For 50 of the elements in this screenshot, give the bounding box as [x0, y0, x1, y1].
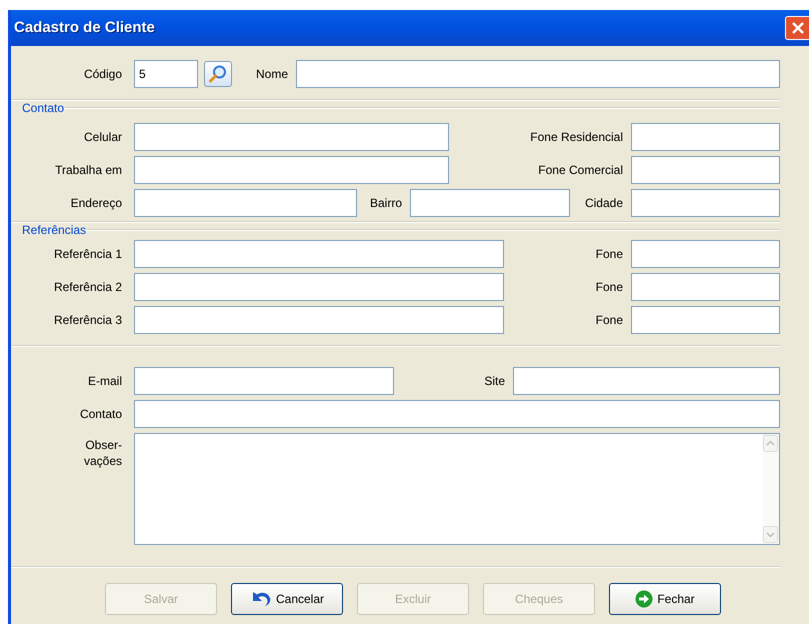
field-label: Celular [82, 129, 122, 146]
field-label: Referência 1 [52, 246, 122, 263]
group-title: Referências [22, 223, 86, 237]
scroll-up-icon[interactable] [763, 435, 778, 452]
field-label: Nome [254, 66, 288, 83]
field-label: Fone Residencial [529, 129, 623, 146]
text-field[interactable] [134, 123, 449, 151]
text-field[interactable] [631, 123, 780, 151]
text-field[interactable] [134, 306, 504, 334]
text-field[interactable] [134, 189, 357, 217]
field-label: Fone [594, 246, 623, 263]
field-label: Referência 2 [52, 279, 122, 296]
field-label: Cidade [584, 195, 623, 212]
text-field[interactable] [631, 156, 780, 184]
text-field[interactable] [631, 189, 780, 217]
dialog-button[interactable]: Cancelar [231, 583, 343, 615]
text-field[interactable] [631, 240, 780, 268]
field-label: Código [82, 66, 122, 83]
field-label: Obser- vações [82, 437, 122, 469]
text-field[interactable] [410, 189, 570, 217]
site-field[interactable] [513, 367, 780, 395]
scroll-down-icon[interactable] [763, 526, 778, 543]
contact-field[interactable] [134, 400, 780, 428]
field-label: Contato [78, 406, 122, 423]
text-field[interactable] [134, 240, 504, 268]
field-label: Site [483, 373, 505, 390]
field-label: Fone [594, 312, 623, 329]
field-label: E-mail [86, 373, 122, 390]
close-icon [790, 21, 804, 35]
notes-field[interactable] [134, 433, 780, 545]
close-button[interactable] [785, 16, 809, 40]
window-title: Cadastro de Cliente [13, 18, 155, 38]
text-field[interactable] [631, 306, 780, 334]
search-icon [208, 64, 228, 84]
field-label: Fone Comercial [537, 162, 623, 179]
text-field[interactable] [631, 273, 780, 301]
group-title: Contato [22, 101, 64, 115]
dialog-button[interactable]: Fechar [609, 583, 721, 615]
code-field[interactable]: 5 [134, 60, 198, 88]
field-label: Trabalha em [54, 162, 122, 179]
scrollbar[interactable] [762, 434, 779, 544]
field-label: Referência 3 [52, 312, 122, 329]
search-button[interactable] [204, 61, 232, 87]
text-field[interactable] [134, 273, 504, 301]
email-field[interactable] [134, 367, 394, 395]
field-label: Bairro [368, 195, 402, 212]
text-field[interactable] [134, 156, 449, 184]
name-field[interactable] [296, 60, 780, 88]
field-label: Fone [594, 279, 623, 296]
field-label: Endereço [70, 195, 122, 212]
